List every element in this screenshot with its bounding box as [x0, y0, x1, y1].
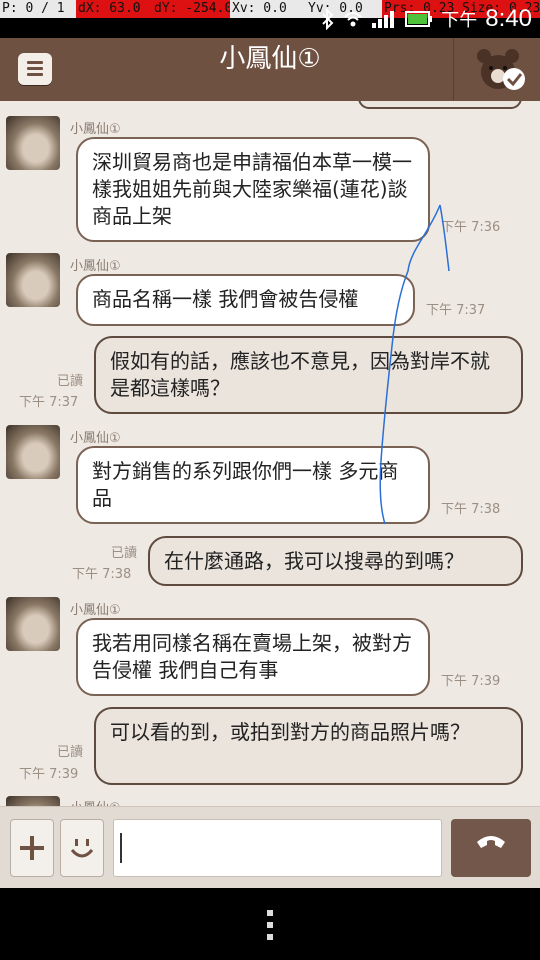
phone-icon: [477, 836, 505, 848]
chat-header: 小鳳仙①: [0, 38, 540, 102]
bluetooth-icon: [322, 8, 334, 30]
bear-check-icon: [477, 49, 525, 90]
chat-area[interactable]: 小鳳仙① 深圳貿易商也是申請福伯本草一模一樣我姐姐先前與大陸家樂福(蓮花)談商品…: [0, 101, 540, 806]
debug-dx: dX: 63.0: [76, 0, 152, 18]
debug-xv: Xv: 0.0: [230, 0, 306, 18]
menu-button[interactable]: [18, 53, 52, 85]
chat-title: 小鳳仙①: [219, 44, 321, 74]
attach-button[interactable]: [10, 819, 54, 877]
debug-pointer: P: 0 / 1: [0, 0, 76, 18]
smiley-icon: [70, 839, 94, 858]
sticker-button[interactable]: [60, 819, 104, 877]
plus-icon: [20, 836, 44, 860]
overflow-menu-icon: [267, 910, 273, 940]
input-bar: [0, 806, 540, 889]
system-nav-bar: [0, 888, 540, 960]
wifi-icon: [344, 12, 362, 27]
text-cursor: [120, 833, 122, 863]
call-button[interactable]: [451, 819, 531, 877]
status-time: 8:40: [485, 5, 532, 32]
debug-dy: dY: -254.0: [152, 0, 230, 18]
overflow-menu-button[interactable]: [264, 908, 276, 942]
status-ampm: 下午: [441, 10, 478, 31]
battery-icon: [405, 11, 433, 27]
touch-trace: [379, 204, 450, 525]
signal-icon: [372, 11, 395, 28]
message-input[interactable]: [113, 819, 442, 877]
status-bar: P: 0 / 1 dX: 63.0 dY: -254.0 Xv: 0.0 Yv:…: [0, 0, 540, 38]
bear-button[interactable]: [453, 38, 540, 101]
